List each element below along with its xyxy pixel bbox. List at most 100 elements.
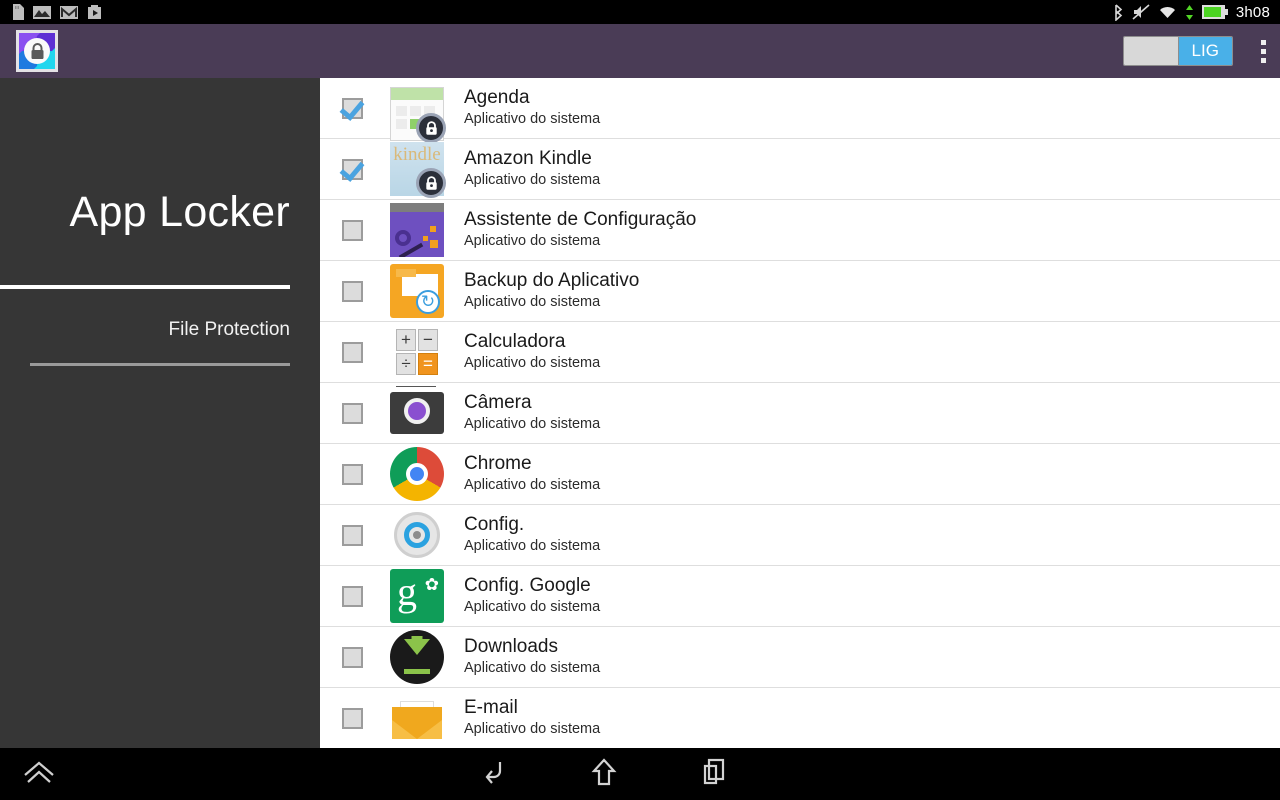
list-item[interactable]: Câmera Aplicativo do sistema xyxy=(320,383,1280,444)
calc-key-plus: + xyxy=(396,329,416,351)
action-bar-actions: LIG xyxy=(1123,36,1280,66)
app-name: E-mail xyxy=(464,697,518,718)
expand-up-button[interactable] xyxy=(0,759,56,790)
toggle-on-label[interactable]: LIG xyxy=(1177,37,1232,65)
app-name: Câmera xyxy=(464,392,532,413)
app-checkbox[interactable] xyxy=(342,707,363,729)
app-subtitle: Aplicativo do sistema xyxy=(464,416,601,432)
app-icon-wrap xyxy=(390,508,444,562)
app-name: Assistente de Configuração xyxy=(464,209,697,230)
app-subtitle: Aplicativo do sistema xyxy=(464,172,601,188)
sidebar: App Locker File Protection xyxy=(0,78,320,748)
status-bar: 3h08 xyxy=(0,0,1280,24)
app-text: Agenda Aplicativo do sistema xyxy=(464,87,600,129)
list-item[interactable]: Config. Aplicativo do sistema xyxy=(320,505,1280,566)
home-button[interactable] xyxy=(590,757,618,792)
back-button[interactable] xyxy=(480,757,508,792)
bluetooth-icon xyxy=(1115,3,1123,21)
app-text: Config. Google Aplicativo do sistema xyxy=(464,575,600,617)
mute-icon xyxy=(1132,4,1150,20)
app-icon-wrap: g ✿ xyxy=(390,569,444,623)
status-system-icons: 3h08 xyxy=(1113,4,1280,21)
app-checkbox[interactable] xyxy=(342,97,363,119)
app-name: Calculadora xyxy=(464,331,566,352)
app-icon-wrap xyxy=(390,203,444,257)
page-title: App Locker xyxy=(69,188,290,236)
google-settings-icon: g ✿ xyxy=(390,569,444,623)
list-item[interactable]: Downloads Aplicativo do sistema xyxy=(320,627,1280,688)
sdcard-icon xyxy=(13,4,24,20)
app-checkbox[interactable] xyxy=(342,646,363,668)
app-subtitle: Aplicativo do sistema xyxy=(464,355,601,371)
app-name: Amazon Kindle xyxy=(464,148,592,169)
app-name: Agenda xyxy=(464,87,530,108)
app-icon-wrap: + − ÷ = xyxy=(390,325,444,379)
title-divider xyxy=(0,285,290,289)
app-subtitle: Aplicativo do sistema xyxy=(464,538,601,554)
overflow-menu-icon[interactable] xyxy=(1261,39,1266,63)
calculator-icon: + − ÷ = xyxy=(390,325,444,379)
app-checkbox[interactable] xyxy=(342,524,363,546)
app-name: Chrome xyxy=(464,453,532,474)
app-backup-icon xyxy=(390,264,444,318)
app-subtitle: Aplicativo do sistema xyxy=(464,233,601,249)
wifi-icon xyxy=(1159,6,1175,18)
app-icon-wrap xyxy=(390,630,444,684)
list-item[interactable]: Chrome Aplicativo do sistema xyxy=(320,444,1280,505)
app-icon-wrap: kindle xyxy=(390,142,446,198)
battery-icon xyxy=(1201,5,1228,19)
app-name: Backup do Aplicativo xyxy=(464,270,640,291)
app-text: Assistente de Configuração Aplicativo do… xyxy=(464,209,696,251)
padlock-icon xyxy=(24,38,50,64)
protection-toggle[interactable]: LIG xyxy=(1123,36,1233,66)
app-checkbox[interactable] xyxy=(342,585,363,607)
data-transfer-icon xyxy=(1185,4,1193,20)
setup-wizard-icon xyxy=(390,203,444,257)
app-text: Calculadora Aplicativo do sistema xyxy=(464,331,600,373)
app-subtitle: Aplicativo do sistema xyxy=(464,477,601,493)
subtitle-divider xyxy=(30,363,290,366)
camera-icon xyxy=(390,386,444,440)
gallery-icon xyxy=(33,5,51,19)
app-checkbox[interactable] xyxy=(342,341,363,363)
app-checkbox[interactable] xyxy=(342,280,363,302)
list-item[interactable]: Backup do Aplicativo Aplicativo do siste… xyxy=(320,261,1280,322)
app-icon-wrap xyxy=(390,447,444,501)
app-text: E-mail Aplicativo do sistema xyxy=(464,697,600,739)
play-store-icon xyxy=(88,5,101,19)
app-text: Amazon Kindle Aplicativo do sistema xyxy=(464,148,600,190)
list-item[interactable]: Agenda Aplicativo do sistema xyxy=(320,78,1280,143)
status-clock: 3h08 xyxy=(1235,3,1270,21)
list-item[interactable]: + − ÷ = Calculadora Aplicativo do sistem… xyxy=(320,322,1280,383)
app-icon-wrap xyxy=(390,264,444,318)
settings-gear-icon xyxy=(390,508,444,562)
list-item[interactable]: Assistente de Configuração Aplicativo do… xyxy=(320,200,1280,261)
app-icon-wrap xyxy=(390,691,444,745)
lock-badge-icon xyxy=(416,113,446,143)
app-list[interactable]: Agenda Aplicativo do sistema kindle Amaz… xyxy=(320,78,1280,748)
app-checkbox[interactable] xyxy=(342,402,363,424)
app-checkbox[interactable] xyxy=(342,158,363,180)
app-icon-wrap xyxy=(390,87,446,143)
toggle-off-track xyxy=(1124,37,1178,65)
app-checkbox[interactable] xyxy=(342,219,363,241)
calc-key-divide: ÷ xyxy=(396,353,416,375)
status-notification-icons xyxy=(0,4,102,20)
app-text: Downloads Aplicativo do sistema xyxy=(464,636,600,678)
action-bar: LIG xyxy=(0,24,1280,78)
list-item[interactable]: E-mail Aplicativo do sistema xyxy=(320,688,1280,748)
app-name: Downloads xyxy=(464,636,558,657)
app-subtitle: Aplicativo do sistema xyxy=(464,111,601,127)
recent-apps-button[interactable] xyxy=(700,757,728,792)
app-checkbox[interactable] xyxy=(342,463,363,485)
app-locker-logo[interactable] xyxy=(16,30,58,72)
nav-buttons xyxy=(480,757,728,792)
app-name: Config. xyxy=(464,514,525,535)
chrome-icon xyxy=(390,447,444,501)
list-item[interactable]: kindle Amazon Kindle Aplicativo do siste… xyxy=(320,139,1280,200)
app-subtitle: Aplicativo do sistema xyxy=(464,660,601,676)
app-icon-wrap xyxy=(390,386,444,440)
sidebar-item-file-protection[interactable]: File Protection xyxy=(0,319,320,341)
list-item[interactable]: g ✿ Config. Google Aplicativo do sistema xyxy=(320,566,1280,627)
android-tablet-screen: 3h08 LIG App Locker File Protection Agen… xyxy=(0,0,1280,800)
